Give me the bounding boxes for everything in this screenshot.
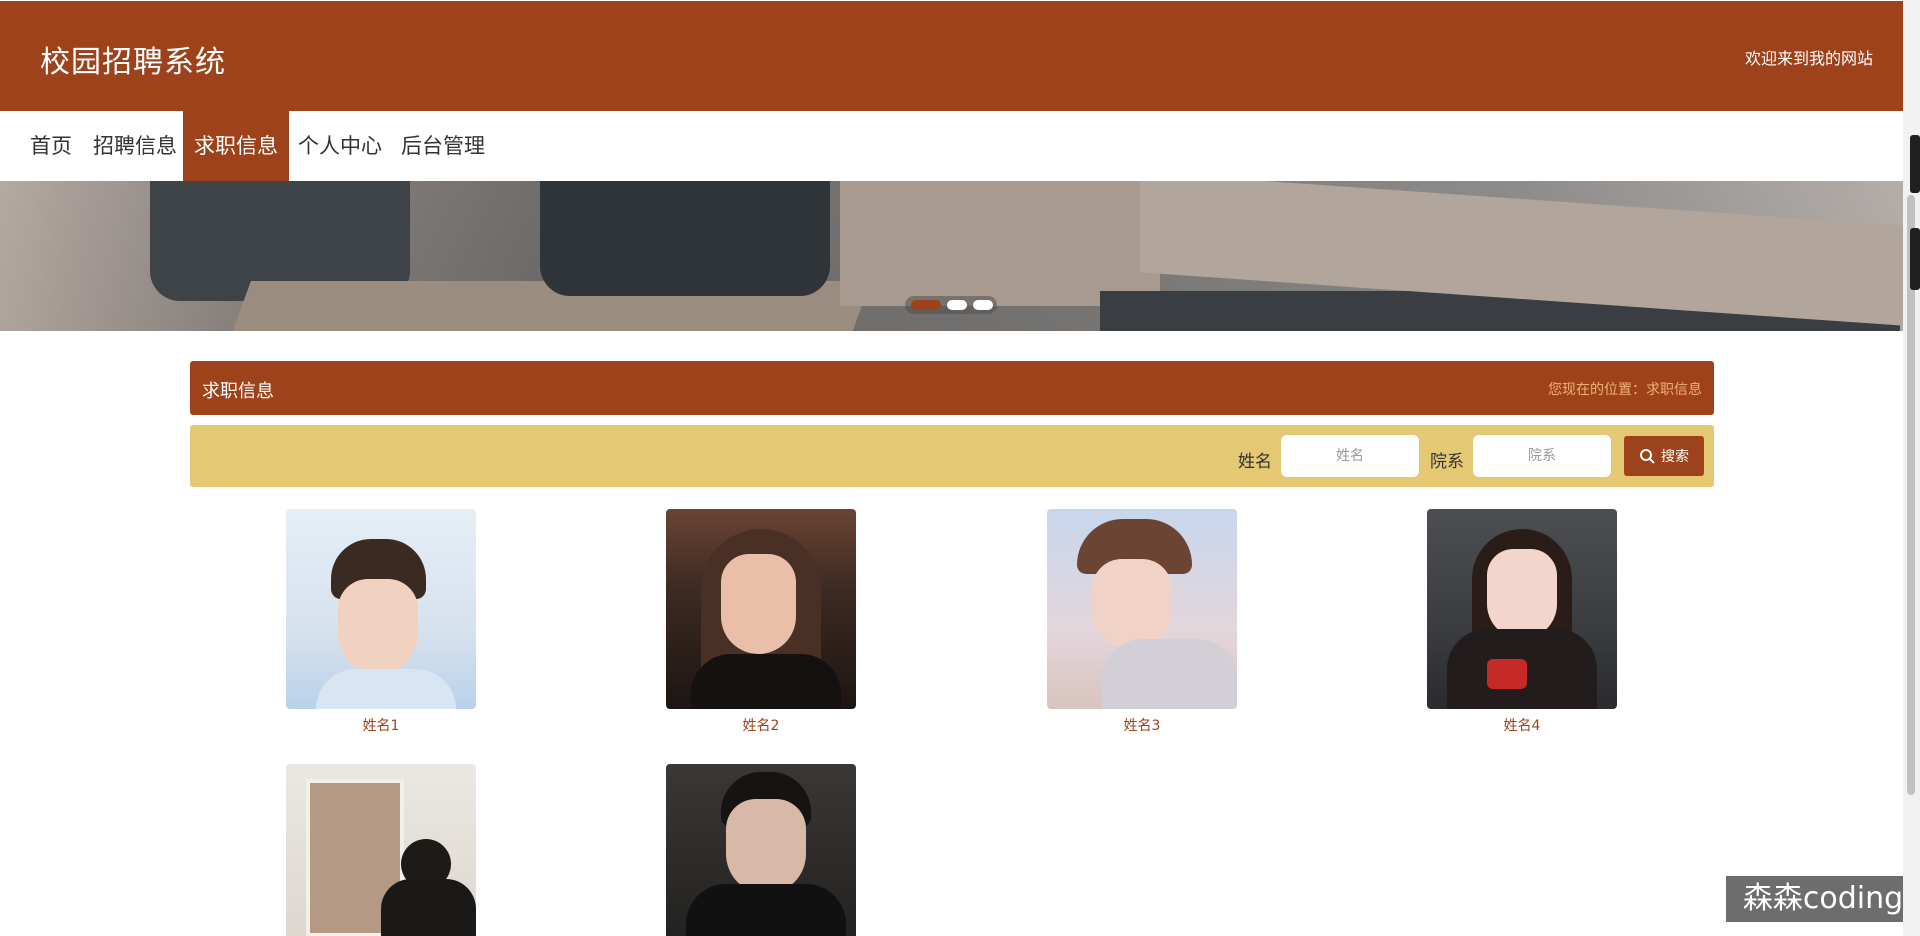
nav-item-admin[interactable]: 后台管理 xyxy=(390,111,496,181)
photo-shape xyxy=(726,799,806,894)
photo-shape xyxy=(381,879,476,936)
main-nav: 首页 招聘信息 求职信息 个人中心 后台管理 xyxy=(0,111,1903,181)
photo-shape xyxy=(1092,559,1172,649)
section-header: 求职信息 您现在的位置：求职信息 xyxy=(190,361,1714,415)
carousel-dot-2[interactable] xyxy=(947,300,967,310)
extension-widget[interactable] xyxy=(1910,228,1920,290)
candidate-card[interactable]: 姓名4 xyxy=(1427,509,1617,735)
candidate-photo[interactable] xyxy=(286,509,476,709)
search-button[interactable]: 搜索 xyxy=(1624,436,1704,476)
candidate-name[interactable]: 姓名4 xyxy=(1427,715,1617,735)
search-icon xyxy=(1640,449,1655,464)
extension-widget[interactable] xyxy=(1910,135,1920,193)
watermark: 森森coding xyxy=(1726,876,1920,922)
name-label: 姓名 xyxy=(1238,452,1272,472)
nav-item-personal-center[interactable]: 个人中心 xyxy=(287,111,393,181)
candidate-photo[interactable] xyxy=(286,764,476,936)
photo-shape xyxy=(1102,639,1237,709)
candidate-name[interactable]: 姓名1 xyxy=(286,715,476,735)
name-input[interactable] xyxy=(1281,435,1419,477)
site-title[interactable]: 校园招聘系统 xyxy=(40,37,226,81)
department-label: 院系 xyxy=(1430,452,1464,472)
welcome-text: 欢迎来到我的网站 xyxy=(1744,49,1873,68)
nav-item-home[interactable]: 首页 xyxy=(19,111,83,181)
search-button-label: 搜索 xyxy=(1661,449,1689,465)
site-header: 校园招聘系统 欢迎来到我的网站 xyxy=(0,1,1903,111)
breadcrumb: 您现在的位置：求职信息 xyxy=(1548,382,1702,398)
candidate-card[interactable] xyxy=(666,764,856,936)
carousel-dot-3[interactable] xyxy=(973,300,993,310)
carousel-dot-1[interactable] xyxy=(911,300,941,310)
candidate-card[interactable]: 姓名3 xyxy=(1047,509,1237,735)
photo-shape xyxy=(316,669,456,709)
photo-shape xyxy=(686,884,846,936)
department-input[interactable] xyxy=(1473,435,1611,477)
candidate-card[interactable]: 姓名1 xyxy=(286,509,476,735)
carousel-indicators xyxy=(905,296,997,314)
photo-shape xyxy=(1487,659,1527,689)
nav-item-job-seeking[interactable]: 求职信息 xyxy=(183,111,289,181)
banner-shape xyxy=(840,181,1160,306)
photo-shape xyxy=(721,554,796,654)
candidate-name[interactable]: 姓名2 xyxy=(666,715,856,735)
photo-shape xyxy=(338,579,418,674)
nav-item-recruitment[interactable]: 招聘信息 xyxy=(82,111,188,181)
candidate-card[interactable] xyxy=(286,764,476,936)
candidate-photo[interactable] xyxy=(666,509,856,709)
photo-shape xyxy=(691,654,841,709)
banner-shape xyxy=(540,181,830,296)
search-bar: 姓名 院系 搜索 xyxy=(190,425,1714,487)
candidate-photo[interactable] xyxy=(1427,509,1617,709)
candidate-name[interactable]: 姓名3 xyxy=(1047,715,1237,735)
candidate-card[interactable]: 姓名2 xyxy=(666,509,856,735)
section-title: 求职信息 xyxy=(202,381,274,402)
candidate-photo[interactable] xyxy=(1047,509,1237,709)
photo-shape xyxy=(1487,549,1557,639)
candidate-photo[interactable] xyxy=(666,764,856,936)
